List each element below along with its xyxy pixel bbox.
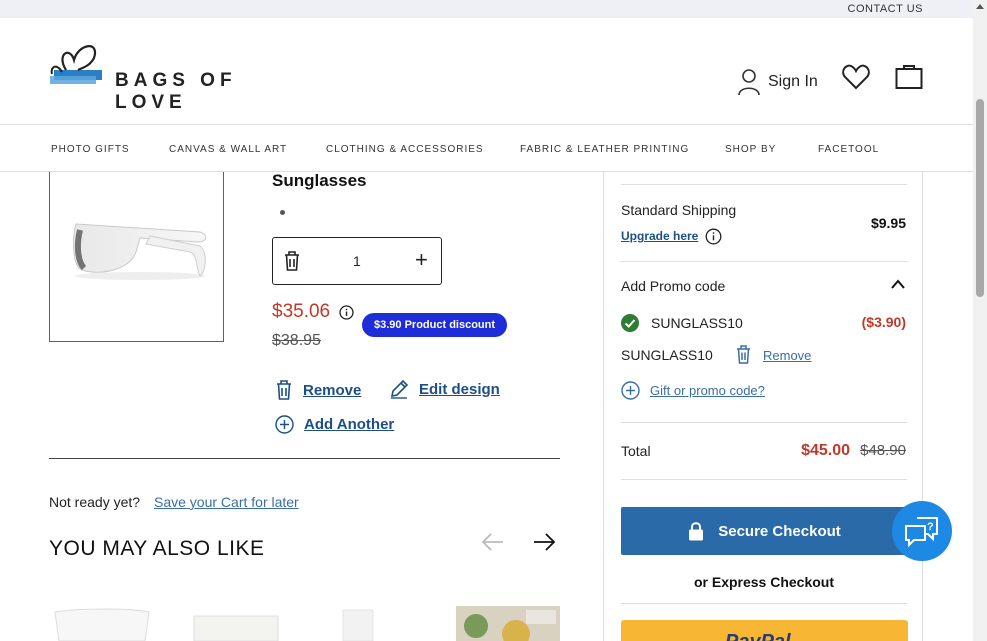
quantity-stepper: 1 +: [272, 237, 442, 285]
option-dot: [280, 210, 285, 215]
summary-divider: [621, 479, 907, 480]
svg-text:?: ?: [927, 521, 934, 533]
main-nav: PHOTO GIFTS CANVAS & WALL ART CLOTHING &…: [0, 126, 973, 172]
gift-promo-label: Gift or promo code?: [650, 383, 765, 398]
chat-icon: ?: [905, 517, 938, 548]
applied-promo: SUNGLASS10: [621, 314, 743, 332]
order-summary: Standard Shipping Upgrade here $9.95 Add…: [603, 172, 923, 641]
nav-item-clothing-accessories[interactable]: CLOTHING & ACCESSORIES: [326, 144, 484, 155]
promo-code-line: SUNGLASS10: [621, 347, 713, 363]
frame-image: [342, 609, 374, 641]
site-header: BAGS OF LOVE Sign In: [0, 18, 973, 125]
scroll-up-arrow-icon[interactable]: [976, 4, 984, 9]
divider: [49, 458, 560, 459]
shipping-price: $9.95: [870, 215, 906, 231]
add-another-label: Add Another: [304, 416, 395, 433]
nav-item-shop-by[interactable]: SHOP BY: [725, 144, 776, 155]
plus-icon[interactable]: +: [415, 249, 428, 271]
express-checkout-label: or Express Checkout: [693, 574, 835, 590]
item-old-price: $38.95: [272, 332, 321, 349]
gift-promo-link[interactable]: Gift or promo code?: [621, 381, 765, 400]
summary-divider: [621, 184, 907, 185]
sign-in-label: Sign In: [768, 73, 818, 90]
chat-button[interactable]: ?: [892, 501, 952, 561]
recommendation-item[interactable]: [456, 606, 560, 641]
chevron-up-icon[interactable]: [890, 278, 906, 290]
arrow-left-icon[interactable]: [481, 532, 505, 552]
recommendation-item[interactable]: [192, 606, 282, 641]
promo-remove-link[interactable]: Remove: [763, 348, 811, 363]
user-icon: [738, 69, 760, 96]
trash-icon[interactable]: [735, 344, 752, 365]
lock-icon: [689, 522, 704, 541]
summary-divider: [621, 261, 907, 262]
info-icon[interactable]: [705, 228, 722, 245]
upgrade-shipping-link[interactable]: Upgrade here: [621, 229, 698, 243]
sunglasses-image: [73, 223, 207, 280]
plus-circle-icon: [621, 381, 640, 400]
paypal-button[interactable]: PayPal: [621, 620, 908, 641]
remove-label: Remove: [303, 381, 362, 399]
page-scrollbar[interactable]: [973, 0, 987, 641]
summary-divider: [621, 422, 907, 423]
shipping-label: Standard Shipping: [621, 202, 737, 218]
contact-us-link[interactable]: CONTACT US: [848, 3, 924, 15]
edit-design-button[interactable]: Edit design: [389, 379, 500, 399]
secure-checkout-button[interactable]: Secure Checkout: [621, 507, 908, 555]
arrow-right-icon[interactable]: [532, 532, 556, 552]
trash-icon: [277, 380, 291, 400]
applied-promo-code: SUNGLASS10: [651, 315, 743, 331]
recommendation-item[interactable]: [340, 606, 380, 641]
pillow-image: [54, 608, 150, 641]
item-price: $35.06: [272, 301, 331, 322]
pencil-icon: [390, 379, 409, 399]
sign-in-button[interactable]: Sign In: [738, 68, 818, 96]
add-another-button[interactable]: Add Another: [275, 415, 394, 434]
total-label: Total: [621, 443, 651, 459]
scrollbar-thumb[interactable]: [976, 99, 984, 297]
total-value: $45.00: [801, 442, 850, 459]
summary-divider: [621, 603, 907, 604]
remove-item-button[interactable]: Remove: [275, 379, 361, 401]
promo-heading[interactable]: Add Promo code: [621, 278, 725, 294]
logo[interactable]: BAGS OF LOVE: [48, 40, 308, 113]
quantity-value[interactable]: 1: [353, 253, 361, 269]
product-thumbnail[interactable]: [49, 172, 224, 342]
nav-item-fabric-leather-printing[interactable]: FABRIC & LEATHER PRINTING: [520, 144, 689, 155]
recommendations-heading: YOU MAY ALSO LIKE: [49, 537, 265, 560]
product-title: Sunglasses: [272, 171, 367, 190]
shopping-bag-icon[interactable]: [895, 64, 923, 90]
canvas-image: [193, 615, 279, 641]
logo-text: BAGS OF LOVE: [115, 70, 237, 113]
save-cart-link[interactable]: Save your Cart for later: [154, 494, 299, 510]
discount-badge: $3.90 Product discount: [362, 313, 508, 337]
nav-item-canvas-wall-art[interactable]: CANVAS & WALL ART: [169, 144, 287, 155]
nav-item-facetool[interactable]: FACETOOL: [818, 144, 879, 155]
edit-design-label: Edit design: [419, 380, 500, 398]
info-icon[interactable]: [339, 305, 354, 320]
paypal-logo: PayPal: [725, 631, 791, 641]
recommendation-item[interactable]: [49, 606, 159, 641]
top-bar: CONTACT US: [0, 0, 973, 18]
wishlist-heart-icon[interactable]: [842, 64, 870, 90]
logo-ribbon-icon: [50, 45, 102, 84]
secure-checkout-label: Secure Checkout: [718, 522, 841, 540]
photo-blanket-image: [456, 606, 560, 641]
check-circle-icon: [621, 314, 639, 332]
promo-amount: ($3.90): [861, 314, 906, 330]
total-old-value: $48.90: [860, 442, 906, 459]
not-ready-text: Not ready yet?: [49, 494, 141, 510]
plus-circle-icon: [275, 415, 294, 434]
nav-item-photo-gifts[interactable]: PHOTO GIFTS: [51, 144, 130, 155]
trash-icon[interactable]: [283, 250, 301, 272]
